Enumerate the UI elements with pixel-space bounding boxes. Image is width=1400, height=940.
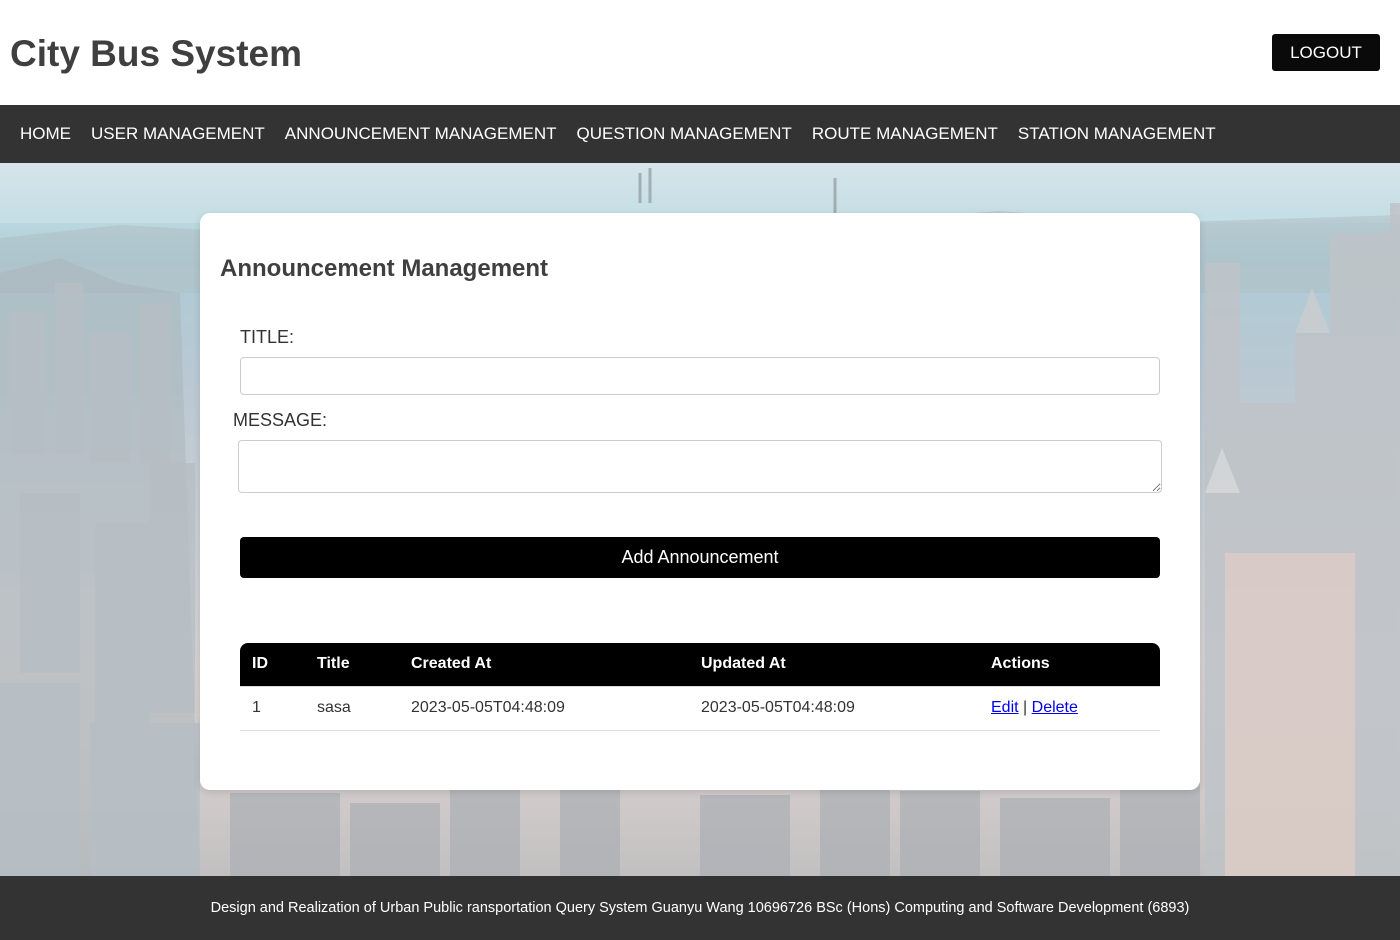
announcement-card: Announcement Management TITLE: MESSAGE: … <box>200 213 1200 790</box>
message-label: MESSAGE: <box>233 410 328 430</box>
footer-text: Design and Realization of Urban Public r… <box>210 900 1190 916</box>
cell-id: 1 <box>240 685 305 731</box>
main-nav: HOME USER MANAGEMENT ANNOUNCEMENT MANAGE… <box>0 105 1400 163</box>
title-label: TITLE: <box>240 327 295 347</box>
action-separator: | <box>1023 699 1028 716</box>
nav-item-station-management[interactable]: STATION MANAGEMENT <box>1008 124 1226 144</box>
nav-item-route-management[interactable]: ROUTE MANAGEMENT <box>802 124 1008 144</box>
nav-item-user-management[interactable]: USER MANAGEMENT <box>81 124 275 144</box>
table-header-row: ID Title Created At Updated At Actions <box>240 643 1160 686</box>
column-header-id: ID <box>240 643 305 686</box>
add-announcement-button[interactable]: Add Announcement <box>240 537 1160 578</box>
edit-link[interactable]: Edit <box>991 699 1019 716</box>
cell-title: sasa <box>305 685 399 731</box>
announcements-table: ID Title Created At Updated At Actions 1… <box>240 643 1160 731</box>
cell-updated-at: 2023-05-05T04:48:09 <box>689 685 979 731</box>
column-header-updated-at: Updated At <box>689 643 979 686</box>
message-textarea[interactable] <box>238 440 1162 493</box>
table-row: 1 sasa 2023-05-05T04:48:09 2023-05-05T04… <box>240 685 1160 731</box>
nav-item-question-management[interactable]: QUESTION MANAGEMENT <box>567 124 802 144</box>
title-input[interactable] <box>240 357 1160 395</box>
column-header-created-at: Created At <box>399 643 689 686</box>
nav-item-announcement-management[interactable]: ANNOUNCEMENT MANAGEMENT <box>275 124 567 144</box>
nav-item-home[interactable]: HOME <box>10 124 81 144</box>
cell-created-at: 2023-05-05T04:48:09 <box>399 685 689 731</box>
site-footer: Design and Realization of Urban Public r… <box>0 876 1400 940</box>
page-title: Announcement Management <box>220 255 549 282</box>
delete-link[interactable]: Delete <box>1032 699 1078 716</box>
column-header-title: Title <box>305 643 399 686</box>
column-header-actions: Actions <box>979 643 1160 686</box>
site-title: City Bus System <box>10 33 302 74</box>
logout-button[interactable]: LOGOUT <box>1272 34 1380 71</box>
site-header: City Bus System LOGOUT <box>0 0 1400 105</box>
cell-actions: Edit | Delete <box>979 685 1160 731</box>
